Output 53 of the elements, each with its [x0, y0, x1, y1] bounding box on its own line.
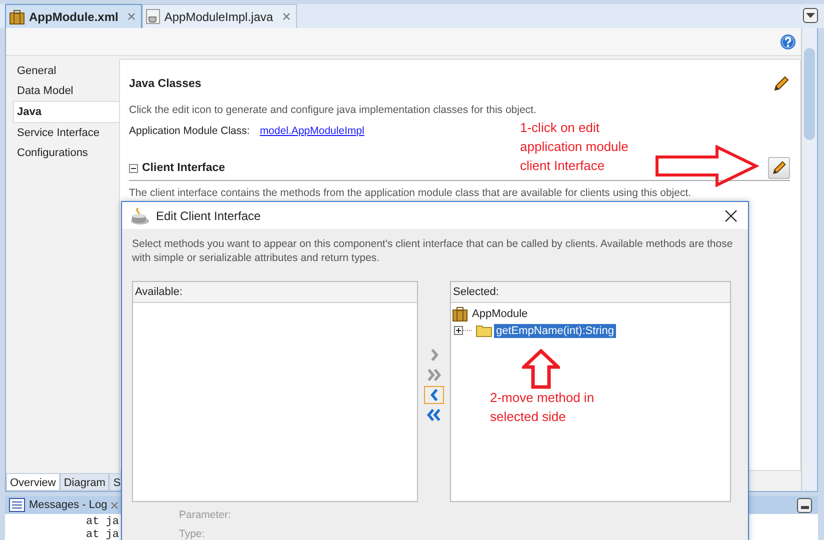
field-label: Type:: [179, 528, 206, 540]
folder-icon: [476, 324, 492, 337]
briefcase-icon: [9, 8, 25, 24]
dialog-description: Select methods you want to appear on this component's client interface that can be called by clients. Available methods are those with simple or serializable attributes and return types.: [132, 237, 734, 265]
briefcase-icon: [451, 306, 469, 322]
log-line: at ja: [86, 516, 120, 529]
double-chevron-icon: [426, 407, 442, 423]
close-icon[interactable]: [725, 210, 737, 222]
help-icon[interactable]: [780, 34, 796, 50]
collapse-icon[interactable]: [129, 164, 138, 172]
field-label: Application Module Class:: [129, 125, 250, 137]
dialog-title: Edit Client Interface: [156, 208, 261, 222]
minimize-icon: [800, 506, 808, 508]
list-heading: Available:: [133, 282, 417, 303]
section-heading: Client Interface: [142, 162, 226, 174]
log-icon: [9, 498, 25, 512]
coffee-cup-icon: [146, 9, 160, 24]
editor-tab[interactable]: AppModuleImpl.java: [142, 4, 298, 28]
expand-icon[interactable]: [454, 326, 474, 335]
tab-label: AppModuleImpl.java: [164, 10, 274, 24]
double-chevron-icon: [426, 367, 442, 383]
scrollbar-thumb[interactable]: [804, 48, 815, 140]
field-label: Parameter:: [179, 509, 232, 523]
nav-item[interactable]: Configurations: [6, 143, 119, 163]
tab-label: AppModule.xml: [29, 10, 118, 24]
log-line: at ja: [86, 529, 120, 540]
annotation-text: 2-move method in selected side: [490, 389, 596, 426]
nav-item[interactable]: General: [6, 61, 119, 81]
tree-item[interactable]: getEmpName(int):String: [494, 324, 616, 338]
class-link[interactable]: model.AppModuleImpl: [260, 125, 364, 137]
tab-list-button[interactable]: [803, 8, 818, 23]
minimize-button[interactable]: [797, 498, 812, 512]
available-list[interactable]: Available:: [132, 281, 418, 502]
section-heading: Java Classes: [129, 78, 202, 90]
caret-icon: [806, 13, 815, 18]
panel-title: Messages - Log: [29, 499, 108, 511]
pencil-icon: [771, 160, 787, 176]
coffee-cup-icon: [130, 206, 150, 224]
arrow-annotation: [522, 349, 560, 389]
nav-item[interactable]: Java: [13, 101, 119, 123]
editor-view-tab[interactable]: Diagram: [60, 473, 110, 491]
tree-item[interactable]: AppModule: [472, 308, 528, 320]
list-heading: Selected:: [451, 282, 730, 303]
pencil-icon[interactable]: [772, 75, 790, 93]
description-text: Click the edit icon to generate and configure java implementation classes for this object.: [129, 104, 538, 116]
annotation-text: 1-click on edit application module client Interface: [520, 119, 630, 175]
editor-view-tab[interactable]: Overview: [6, 473, 60, 491]
editor-tab[interactable]: AppModule.xml: [5, 4, 142, 28]
description-text: The client interface contains the methods from the application module class that are available for clients using this object.: [129, 187, 692, 199]
remove-button[interactable]: [424, 386, 444, 404]
nav-item[interactable]: Service Interface: [6, 123, 119, 143]
nav-item[interactable]: Data Model: [6, 81, 119, 101]
edit-button[interactable]: [768, 157, 790, 179]
